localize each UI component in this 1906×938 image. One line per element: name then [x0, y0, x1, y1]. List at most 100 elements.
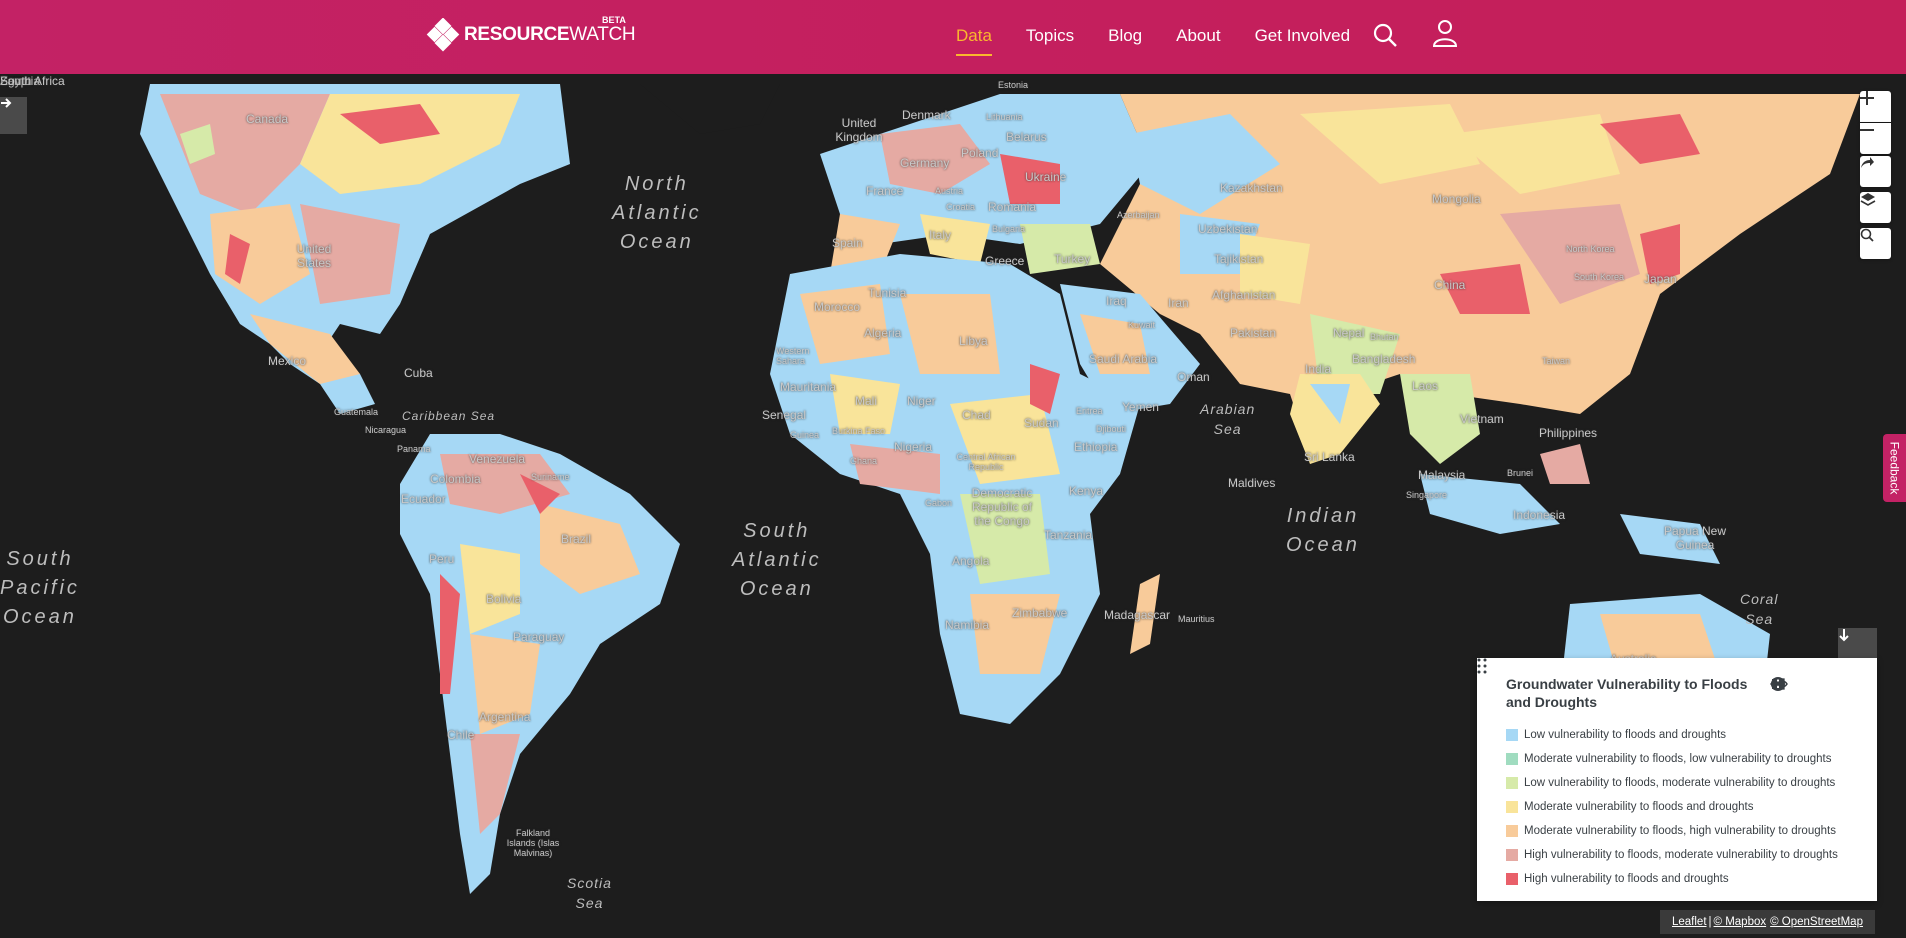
- place-label: Azerbaijan: [1117, 210, 1160, 220]
- place-label: Falkland Islands (Islas Malvinas): [506, 828, 560, 858]
- logo-mark-icon: [426, 18, 460, 52]
- place-label: Kuwait: [1128, 320, 1156, 330]
- feedback-tab[interactable]: Feedback: [1883, 434, 1906, 502]
- legend-swatch: [1506, 873, 1518, 885]
- legend-swatch: [1506, 801, 1518, 813]
- resource-watch-logo[interactable]: RESOURCEWATCH BETA: [426, 15, 636, 52]
- place-label: Lithuania: [986, 112, 1023, 122]
- place-label: Burkina Faso: [832, 426, 886, 436]
- place-label: Djibouti: [1096, 424, 1127, 434]
- place-label: Central African Republic: [956, 452, 1016, 472]
- place-label: Spain: [832, 236, 863, 250]
- place-label: Namibia: [945, 618, 990, 632]
- legend-title: Groundwater Vulnerability to Floods and …: [1506, 676, 1748, 710]
- sidebar-toggle-button[interactable]: [0, 97, 27, 134]
- place-label: Sudan: [1024, 416, 1059, 430]
- place-label: Saudi Arabia: [1089, 352, 1158, 366]
- place-label: North Korea: [1566, 244, 1615, 254]
- place-label: Poland: [961, 146, 999, 160]
- place-label: Angola: [952, 554, 990, 568]
- place-label: Laos: [1412, 379, 1439, 393]
- place-label: Papua New Guinea: [1663, 524, 1727, 552]
- place-label: Greece: [985, 254, 1025, 268]
- ocean-label-arabian-sea: Arabian Sea: [1200, 401, 1256, 437]
- place-label: Ghana: [850, 456, 878, 466]
- legend-items: Low vulnerability to floods and droughts…: [1506, 723, 1838, 891]
- legend-item: Moderate vulnerability to floods and dro…: [1506, 795, 1838, 819]
- place-label: Paraguay: [513, 630, 565, 644]
- place-label: Bhutan: [1370, 332, 1399, 342]
- place-label: Guinea: [790, 430, 820, 440]
- legend-item: Moderate vulnerability to floods, high v…: [1506, 819, 1838, 843]
- nav-about[interactable]: About: [1176, 26, 1220, 46]
- map-legend: Groundwater Vulnerability to Floods and …: [1477, 658, 1877, 901]
- place-label: Mauritania: [780, 380, 837, 394]
- leaflet-link[interactable]: Leaflet: [1672, 916, 1707, 928]
- place-label: Belarus: [1006, 130, 1047, 144]
- search-icon[interactable]: [1372, 22, 1398, 48]
- place-label: Niger: [907, 394, 936, 408]
- legend-swatch: [1506, 753, 1518, 765]
- place-label: Afghanistan: [1212, 288, 1276, 302]
- place-label: Mali: [855, 394, 878, 408]
- place-label: Morocco: [814, 300, 861, 314]
- place-label: Uzbekistan: [1198, 222, 1258, 236]
- zoom-out-button[interactable]: [1860, 123, 1891, 154]
- place-label: Tanzania: [1044, 528, 1093, 542]
- place-label: Austria: [935, 186, 964, 196]
- place-label: Yemen: [1122, 400, 1159, 414]
- place-label: Venezuela: [469, 452, 526, 466]
- share-button[interactable]: [1860, 156, 1891, 187]
- site-header: RESOURCEWATCH BETA Data Topics Blog Abou…: [0, 0, 1906, 74]
- place-label: United States: [296, 242, 332, 270]
- layers-icon: [1860, 193, 1876, 206]
- zoom-in-button[interactable]: [1860, 91, 1891, 122]
- place-label: Maldives: [1228, 476, 1276, 490]
- place-label: Malaysia: [1418, 468, 1466, 482]
- place-label: Indonesia: [1513, 508, 1566, 522]
- nav-blog[interactable]: Blog: [1108, 26, 1142, 46]
- place-label: Italy: [929, 228, 952, 242]
- beta-badge: BETA: [602, 15, 626, 25]
- mapbox-link[interactable]: © Mapbox: [1714, 916, 1767, 928]
- nav-get-involved[interactable]: Get Involved: [1255, 26, 1350, 46]
- place-label: Kazakhstan: [1220, 181, 1283, 195]
- share-icon: [1861, 157, 1874, 168]
- place-label: Nicaragua: [365, 425, 407, 435]
- drag-handle-icon[interactable]: [1477, 658, 1487, 674]
- ocean-label-scotia-sea: Scotia Sea: [567, 875, 612, 911]
- osm-link[interactable]: © OpenStreetMap: [1770, 916, 1863, 928]
- place-label: Brunei: [1507, 468, 1534, 478]
- place-label: Nepal: [1333, 326, 1365, 340]
- basemap-button[interactable]: [1860, 192, 1891, 223]
- map-attribution: Leaflet | © Mapbox © OpenStreetMap: [1660, 910, 1875, 934]
- place-label: Algeria: [864, 326, 902, 340]
- place-label: United Kingdom: [835, 116, 883, 144]
- place-label: Colombia: [430, 472, 481, 486]
- place-label: Estonia: [998, 80, 1029, 90]
- place-label: France: [866, 184, 904, 198]
- legend-item: High vulnerability to floods, moderate v…: [1506, 843, 1838, 867]
- map-canvas[interactable]: North Atlantic Ocean South Atlantic Ocea…: [0, 74, 1906, 938]
- legend-swatch: [1506, 825, 1518, 837]
- place-label: Zimbabwe: [1012, 606, 1068, 620]
- nav-topics[interactable]: Topics: [1026, 26, 1074, 46]
- arrow-down-icon: [1839, 629, 1849, 642]
- ocean-label-south-atlantic: South Atlantic Ocean: [732, 520, 822, 600]
- user-icon[interactable]: [1432, 19, 1458, 47]
- place-label: Philippines: [1539, 426, 1598, 440]
- place-label: Eritrea: [1076, 406, 1103, 416]
- close-icon[interactable]: [1770, 676, 1786, 692]
- place-label: Bulgaria: [992, 224, 1026, 234]
- arrow-right-icon: [1, 98, 12, 108]
- nav-data[interactable]: Data: [956, 26, 992, 56]
- place-label: Ukraine: [1025, 170, 1067, 184]
- place-label: Mauritius: [1178, 614, 1215, 624]
- place-label: India: [1305, 362, 1332, 376]
- legend-collapse-button[interactable]: [1838, 628, 1877, 660]
- place-label: Madagascar: [1104, 608, 1171, 622]
- place-label: Chad: [962, 408, 991, 422]
- place-label: Romania: [988, 200, 1037, 214]
- map-search-button[interactable]: [1860, 228, 1891, 259]
- place-label: Cuba: [404, 366, 433, 380]
